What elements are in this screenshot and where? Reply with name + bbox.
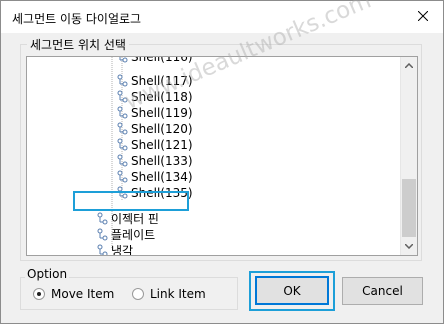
segment-node-icon (117, 106, 128, 119)
tree-item-label: Shell(117) (131, 74, 193, 88)
tree-item-label: 이젝터 핀 (111, 212, 159, 226)
chevron-down-icon (405, 244, 413, 249)
tree-item-label: Shell(119) (131, 106, 193, 120)
segment-node-icon (117, 74, 128, 87)
tree-connector-lines (111, 57, 123, 249)
segment-node-icon (97, 244, 108, 255)
close-icon (418, 11, 428, 21)
tree-item-label: Shell(118) (131, 90, 193, 104)
scroll-up-button[interactable] (401, 57, 417, 74)
title-bar: 세그먼트 이동 다이얼로그 (1, 1, 443, 33)
tree-scrollbar[interactable] (400, 57, 417, 255)
segment-node-icon (117, 170, 128, 183)
scroll-down-button[interactable] (401, 238, 417, 255)
selected-item-highlight (73, 191, 189, 211)
chevron-up-icon (405, 63, 413, 68)
move-item-label: Move Item (51, 287, 115, 301)
tree-item-label: Shell(116) (131, 56, 193, 64)
tree-item-label: Shell(134) (131, 170, 193, 184)
window-title: 세그먼트 이동 다이얼로그 (12, 12, 142, 26)
cancel-button[interactable]: Cancel (342, 277, 423, 305)
tree-item-label: 플레이트 (111, 228, 156, 242)
scroll-thumb[interactable] (402, 179, 416, 237)
segment-node-icon (117, 90, 128, 103)
segment-node-icon (117, 122, 128, 135)
link-item-label: Link Item (150, 287, 206, 301)
option-group-label: Option (25, 267, 70, 281)
segment-tree[interactable]: Shell(116) Shell(117) Shell(118) Shell(119)… (26, 56, 418, 256)
tree-item-label: 냉각 (111, 244, 134, 256)
radio-checked-dot (37, 292, 41, 296)
tree-item-label: Shell(120) (131, 122, 193, 136)
segment-node-icon (97, 212, 108, 225)
segment-node-icon (117, 138, 128, 151)
segment-node-icon (117, 154, 128, 167)
radio-circle (33, 288, 45, 300)
radio-circle (132, 288, 144, 300)
close-button[interactable] (409, 4, 437, 28)
tree-item-label: Shell(133) (131, 154, 193, 168)
segment-node-icon (119, 57, 128, 63)
ok-button[interactable]: OK (255, 276, 329, 305)
tree-item-label: Shell(121) (131, 138, 193, 152)
dialog-window: 세그먼트 이동 다이얼로그 세그먼트 위치 선택 Shell(116) Shell… (0, 0, 444, 324)
segment-group-label: 세그먼트 위치 선택 (27, 36, 129, 53)
segment-node-icon (97, 228, 108, 241)
